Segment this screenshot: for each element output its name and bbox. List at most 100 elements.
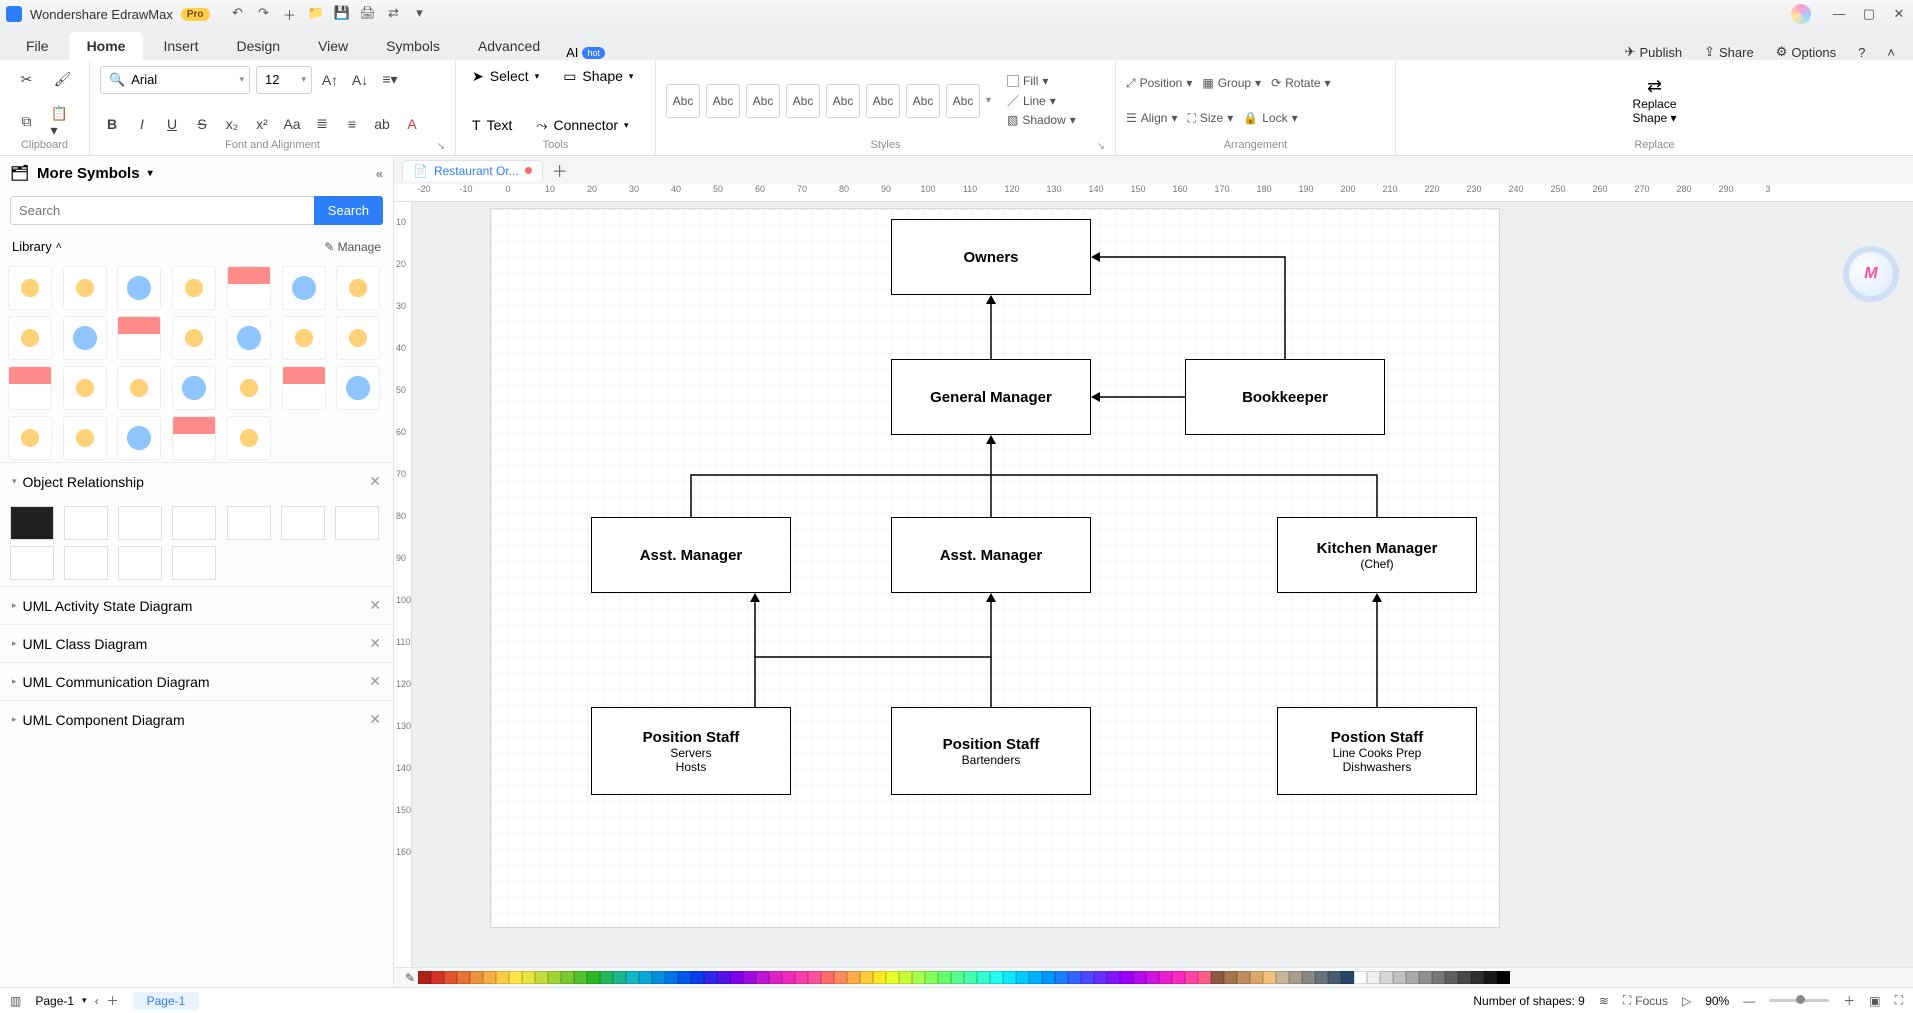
select-tool[interactable]: ➤ Select▾ <box>466 65 545 88</box>
shape-tool[interactable]: ▭ Shape▾ <box>557 65 639 88</box>
palette-color[interactable] <box>1432 971 1445 984</box>
palette-color[interactable] <box>678 971 691 984</box>
palette-color[interactable] <box>756 971 769 984</box>
superscript-button[interactable]: x² <box>250 112 274 136</box>
palette-color[interactable] <box>1185 971 1198 984</box>
org-node[interactable]: Position StaffServersHosts <box>591 707 791 795</box>
tab-file[interactable]: File <box>8 32 67 60</box>
symbol-thumb[interactable] <box>63 316 107 360</box>
shadow-button[interactable]: ▧Shadow ▾ <box>1007 113 1076 127</box>
palette-color[interactable] <box>1224 971 1237 984</box>
fullscreen-icon[interactable]: ⛶ <box>1895 993 1903 1008</box>
symbol-thumb[interactable] <box>172 546 216 580</box>
category-row[interactable]: ▸UML Component Diagram✕ <box>0 700 393 738</box>
symbol-thumb[interactable] <box>10 506 54 540</box>
eyedropper-icon[interactable]: ✎ <box>402 971 418 985</box>
palette-color[interactable] <box>613 971 626 984</box>
palette-color[interactable] <box>1484 971 1497 984</box>
category-row[interactable]: ▸UML Communication Diagram✕ <box>0 662 393 700</box>
symbol-thumb[interactable] <box>8 416 52 460</box>
palette-color[interactable] <box>1354 971 1367 984</box>
library-label[interactable]: Library <box>12 239 52 254</box>
palette-color[interactable] <box>1055 971 1068 984</box>
symbol-thumb[interactable] <box>63 416 107 460</box>
zoom-slider[interactable] <box>1769 999 1829 1002</box>
palette-color[interactable] <box>1107 971 1120 984</box>
lock-button[interactable]: 🔒 Lock ▾ <box>1243 111 1297 125</box>
close-icon[interactable]: ✕ <box>369 673 381 690</box>
export-icon[interactable]: ⇄ <box>386 5 402 24</box>
group-button[interactable]: ▦ Group ▾ <box>1202 76 1261 90</box>
palette-color[interactable] <box>925 971 938 984</box>
symbol-thumb[interactable] <box>281 506 325 540</box>
symbol-thumb[interactable] <box>118 546 162 580</box>
palette-color[interactable] <box>1445 971 1458 984</box>
fill-button[interactable]: Fill ▾ <box>1007 74 1076 88</box>
strike-button[interactable]: S <box>190 112 214 136</box>
palette-color[interactable] <box>977 971 990 984</box>
org-node[interactable]: Asst. Manager <box>591 517 791 593</box>
palette-color[interactable] <box>899 971 912 984</box>
help-button[interactable]: ? <box>1848 45 1875 60</box>
style-swatch[interactable]: Abc <box>906 84 940 118</box>
close-icon[interactable]: ✕ <box>369 473 381 490</box>
symbol-thumb[interactable] <box>117 366 161 410</box>
org-node[interactable]: Kitchen Manager(Chef) <box>1277 517 1477 593</box>
add-tab-button[interactable]: ＋ <box>549 159 571 181</box>
document-tab[interactable]: 📄 Restaurant Or... <box>402 160 543 181</box>
symbol-thumb[interactable] <box>63 266 107 310</box>
case-button[interactable]: Aa <box>280 112 304 136</box>
palette-color[interactable] <box>1393 971 1406 984</box>
zoom-in-button[interactable]: ＋ <box>1843 992 1855 1009</box>
replace-shape-icon[interactable]: ⇄ <box>1647 76 1662 97</box>
palette-color[interactable] <box>1094 971 1107 984</box>
org-node[interactable]: Postion StaffLine Cooks PrepDishwashers <box>1277 707 1477 795</box>
font-size-select[interactable]: 12 <box>256 66 312 94</box>
org-node[interactable]: General Manager <box>891 359 1091 435</box>
palette-color[interactable] <box>691 971 704 984</box>
paste-icon[interactable]: 📋▾ <box>51 110 75 134</box>
font-color-button[interactable]: A <box>400 112 424 136</box>
open-icon[interactable]: 📁 <box>308 5 324 24</box>
connector-tool[interactable]: ⤳ Connector▾ <box>530 114 634 137</box>
maximize-button[interactable]: ▢ <box>1861 6 1877 22</box>
qat-more-icon[interactable]: ▾ <box>412 5 428 24</box>
category-row[interactable]: ▸UML Class Diagram✕ <box>0 624 393 662</box>
layers-icon[interactable]: ≋ <box>1599 994 1609 1008</box>
align-button[interactable]: ☰ Align ▾ <box>1126 111 1177 125</box>
palette-color[interactable] <box>1159 971 1172 984</box>
symbol-thumb[interactable] <box>8 316 52 360</box>
symbol-thumb[interactable] <box>172 266 216 310</box>
symbol-thumb[interactable] <box>63 366 107 410</box>
palette-color[interactable] <box>1250 971 1263 984</box>
user-avatar-icon[interactable] <box>1791 4 1811 24</box>
palette-color[interactable] <box>1458 971 1471 984</box>
underline-button[interactable]: U <box>160 112 184 136</box>
symbol-thumb[interactable] <box>10 546 54 580</box>
symbol-thumb[interactable] <box>8 266 52 310</box>
drawing-page[interactable]: OwnersGeneral ManagerBookkeeperAsst. Man… <box>490 208 1500 928</box>
symbol-thumb[interactable] <box>335 506 379 540</box>
publish-button[interactable]: ✈ Publish <box>1615 44 1693 60</box>
increase-font-icon[interactable]: A↑ <box>318 68 342 92</box>
rotate-button[interactable]: ⟳ Rotate ▾ <box>1271 76 1330 90</box>
symbol-thumb[interactable] <box>117 266 161 310</box>
align-dropdown-icon[interactable]: ≡▾ <box>378 68 402 92</box>
category-row[interactable]: ▸UML Activity State Diagram✕ <box>0 586 393 624</box>
palette-color[interactable] <box>990 971 1003 984</box>
palette-color[interactable] <box>951 971 964 984</box>
palette-color[interactable] <box>1133 971 1146 984</box>
symbol-thumb[interactable] <box>227 316 271 360</box>
symbol-thumb[interactable] <box>118 506 162 540</box>
decrease-font-icon[interactable]: A↓ <box>348 68 372 92</box>
style-swatch[interactable]: Abc <box>866 84 900 118</box>
style-swatch[interactable]: Abc <box>826 84 860 118</box>
category-object-relationship[interactable]: ▾ Object Relationship ✕ <box>0 462 393 500</box>
palette-color[interactable] <box>1029 971 1042 984</box>
tab-advanced[interactable]: Advanced <box>460 32 558 60</box>
symbol-thumb[interactable] <box>336 366 380 410</box>
canvas[interactable]: 102030405060708090100110120130140150160 … <box>394 202 1913 967</box>
symbol-thumb[interactable] <box>227 266 271 310</box>
symbol-thumb[interactable] <box>227 506 271 540</box>
symbol-thumb[interactable] <box>117 416 161 460</box>
